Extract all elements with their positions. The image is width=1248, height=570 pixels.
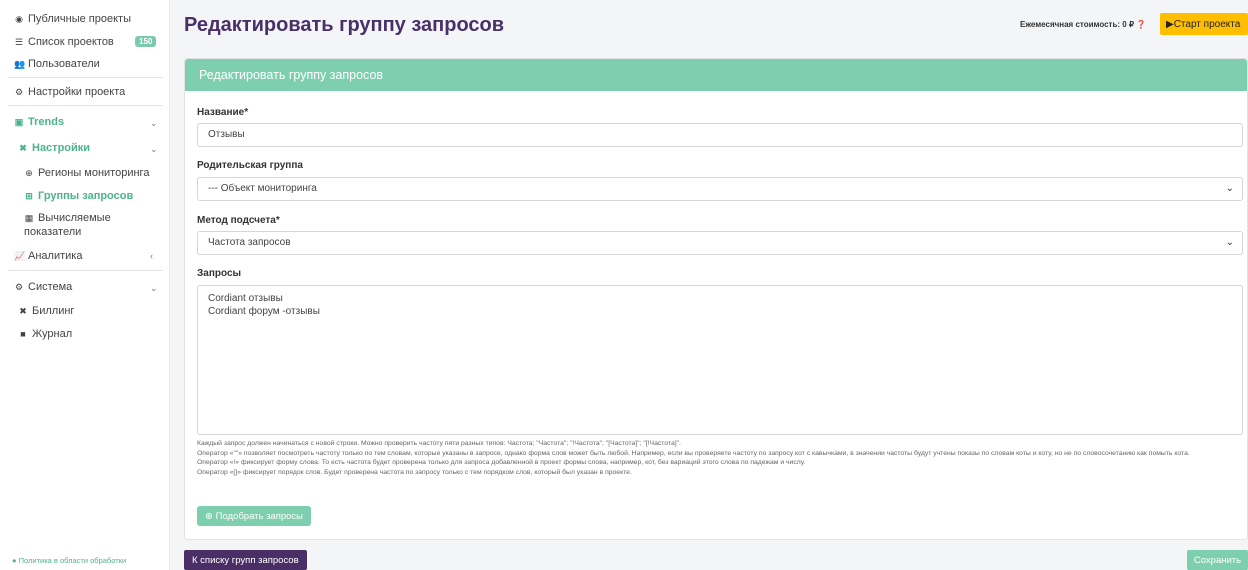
sidebar-item-label: Пользователи	[28, 58, 100, 70]
help-text: Каждый запрос должен начинаться с новой …	[197, 440, 681, 447]
info-icon: ●	[12, 556, 17, 565]
gears-icon: ⚙	[14, 86, 24, 97]
list-icon: ☰	[14, 36, 24, 47]
sidebar-item-label: Trends	[28, 116, 65, 128]
monthly-cost-label: Ежемесячная стоимость: 0 ₽	[1020, 20, 1135, 29]
tools-icon: ✖	[19, 305, 27, 316]
sidebar-item-label: Аналитика	[28, 250, 83, 262]
help-icon[interactable]: ❓	[1136, 20, 1146, 29]
calculator-icon: ▦	[24, 212, 34, 223]
policy-link[interactable]: ● Политика в области обработки	[12, 556, 126, 565]
method-select[interactable]: Частота запросов ⌄	[197, 231, 1243, 255]
sidebar-item-label: Система	[28, 281, 73, 293]
sitemap-icon: ⊞	[25, 190, 33, 201]
chevron-down-icon[interactable]: ⌄	[150, 283, 158, 294]
tools-icon: ✖	[19, 142, 27, 153]
queries-textarea[interactable]: Cordiant отзывы Cordiant форум -отзывы	[197, 285, 1243, 435]
method-label: Метод подсчета*	[197, 215, 280, 226]
play-icon: ▶	[1166, 18, 1174, 30]
edit-form-card: Редактировать группу запросов Название* …	[184, 58, 1248, 540]
back-to-groups-button[interactable]: К списку групп запросов	[184, 550, 307, 570]
chart-box-icon: ▣	[14, 116, 24, 127]
chevron-left-icon[interactable]: ‹	[150, 251, 153, 261]
help-text: Оператор «!» фиксирует форму слова. То е…	[197, 459, 806, 466]
start-project-label: Старт проекта	[1173, 18, 1241, 30]
sidebar-item-projects-list[interactable]: ☰ Список проектов	[14, 36, 114, 48]
line-chart-icon: 📈	[14, 250, 26, 261]
start-project-button[interactable]: ▶ Старт проекта	[1160, 13, 1248, 35]
pick-queries-button[interactable]: ⊕ Подобрать запросы	[197, 506, 312, 526]
chevron-down-icon: ⌄	[1225, 183, 1234, 194]
sidebar-item-label: Биллинг	[32, 305, 75, 317]
plus-circle-icon: ⊕	[205, 510, 216, 522]
sidebar-item-public-projects[interactable]: ◉ Публичные проекты	[14, 13, 131, 25]
sidebar-item-computed-line2[interactable]: показатели	[24, 226, 81, 238]
sidebar-item-computed[interactable]: ▦ Вычисляемые	[24, 212, 111, 224]
sidebar-item-monitoring-regions[interactable]: ⊕ Регионы мониторинга	[24, 167, 149, 179]
sidebar-item-trends[interactable]: ▣ Trends	[14, 116, 64, 128]
chevron-down-icon[interactable]: ⌄	[150, 118, 158, 129]
sidebar-item-users[interactable]: 👥 Пользователи	[14, 58, 100, 70]
name-field[interactable]: Отзывы	[197, 123, 1243, 147]
method-value: Частота запросов	[208, 237, 291, 248]
card-title: Редактировать группу запросов	[185, 59, 1247, 91]
projects-count-badge: 150	[135, 36, 157, 47]
sidebar-divider	[8, 105, 163, 106]
users-icon: 👥	[14, 58, 26, 69]
sidebar-divider	[8, 77, 163, 78]
globe-icon: ⊕	[25, 167, 33, 178]
sidebar-item-label: Настройки проекта	[28, 86, 126, 98]
sidebar-item-label: Вычисляемые	[38, 212, 111, 224]
queries-label: Запросы	[197, 268, 242, 279]
sidebar-item-query-groups[interactable]: ⊞ Группы запросов	[24, 190, 133, 202]
parent-group-label: Родительская группа	[197, 160, 303, 171]
journal-icon: ■	[20, 329, 26, 339]
parent-group-value: --- Объект мониторинга	[208, 183, 317, 194]
query-line: Cordiant отзывы	[208, 293, 283, 304]
sidebar-divider	[8, 270, 163, 271]
save-button[interactable]: Сохранить	[1187, 550, 1248, 570]
page-title: Редактировать группу запросов	[184, 14, 505, 36]
gears-icon: ⚙	[14, 281, 24, 292]
sidebar-item-label: Регионы мониторинга	[38, 167, 150, 179]
chevron-down-icon: ⌄	[1225, 237, 1234, 248]
parent-group-select[interactable]: --- Объект мониторинга ⌄	[197, 177, 1243, 201]
sidebar-item-project-settings[interactable]: ⚙ Настройки проекта	[14, 86, 125, 98]
chevron-down-icon[interactable]: ⌄	[150, 144, 158, 155]
sidebar-item-label: Группы запросов	[38, 190, 134, 202]
sidebar-item-settings[interactable]: ✖ Настройки	[18, 142, 90, 154]
query-line: Cordiant форум -отзывы	[208, 306, 320, 317]
sidebar-item-billing[interactable]: ✖ Биллинг	[18, 305, 74, 317]
sidebar-item-label: Настройки	[32, 142, 91, 154]
policy-link-label: Политика в области обработки	[18, 556, 127, 565]
queries-help: Каждый запрос должен начинаться с новой …	[197, 439, 1227, 477]
sidebar: ◉ Публичные проекты ☰ Список проектов 15…	[0, 0, 170, 570]
sidebar-item-label: Журнал	[32, 328, 73, 340]
sidebar-item-journal[interactable]: ■ Журнал	[18, 328, 72, 340]
sidebar-item-label: Список проектов	[28, 36, 114, 48]
help-text: Оператор «[]» фиксирует порядок слов. Бу…	[197, 468, 632, 476]
sidebar-item-system[interactable]: ⚙ Система	[14, 281, 72, 293]
eye-icon: ◉	[15, 13, 23, 24]
help-text: Оператор «""» позволяет посмотреть часто…	[197, 449, 1190, 457]
sidebar-item-analytics[interactable]: 📈 Аналитика	[14, 250, 82, 262]
name-label: Название*	[197, 107, 249, 118]
monthly-cost: Ежемесячная стоимость: 0 ₽ ❓	[1020, 20, 1146, 29]
pick-queries-label: Подобрать запросы	[215, 510, 304, 522]
sidebar-item-label: Публичные проекты	[28, 13, 131, 25]
